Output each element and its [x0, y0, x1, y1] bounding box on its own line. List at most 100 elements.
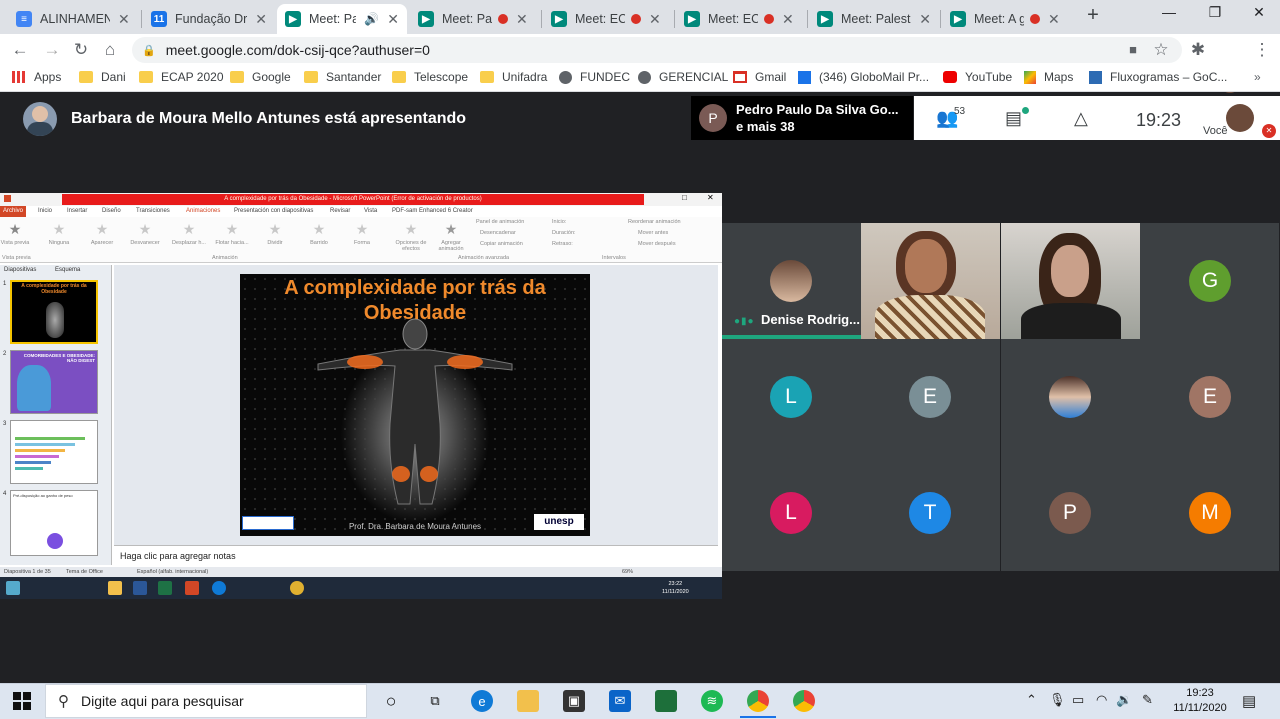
- close-icon[interactable]: ✕: [387, 11, 399, 28]
- participant-tile-p[interactable]: P: [1001, 455, 1140, 571]
- participant-tile-l1[interactable]: L: [722, 339, 861, 455]
- slide-thumb-1[interactable]: A complexidade por trás da Obesidade: [10, 280, 98, 344]
- ribbon-split[interactable]: ★ Dividir: [258, 221, 292, 246]
- wifi-icon[interactable]: ◠: [1096, 692, 1107, 708]
- bookmark-santander[interactable]: Santander: [304, 70, 381, 84]
- address-bar[interactable]: 🔒 meet.google.com/dok-csij-qce?authuser=…: [132, 37, 1182, 63]
- ribbon-none[interactable]: ★ Ninguna: [42, 221, 76, 246]
- ppt-close-icon[interactable]: ✕: [707, 193, 714, 202]
- close-icon[interactable]: ✕: [649, 11, 661, 28]
- task-view-icon[interactable]: ⧉: [424, 690, 446, 712]
- activities-icon[interactable]: △: [1074, 108, 1088, 129]
- slide-thumb-4[interactable]: Pré-disposição ao ganho de peso: [10, 490, 98, 556]
- ribbon-animation-pane[interactable]: Panel de animación: [476, 219, 524, 225]
- ppt-menu-archivo[interactable]: Archivo: [0, 206, 27, 217]
- slide-thumb-2[interactable]: COMORBIDADES E OBESIDADE: NÃO DIGEST: [10, 350, 98, 414]
- more-bookmarks-icon[interactable]: »: [1254, 70, 1261, 84]
- bookmark-telescope[interactable]: Telescope: [392, 70, 468, 84]
- camera-icon[interactable]: ■: [1123, 40, 1143, 60]
- extensions-icon[interactable]: ✱: [1188, 40, 1208, 60]
- bookmark-globomail[interactable]: (346) GloboMail Pr...: [798, 70, 929, 84]
- ribbon-preview[interactable]: ★ Vista previa: [0, 221, 32, 246]
- tab-meet-6[interactable]: ▶ Meet: A gr ✕: [942, 4, 1072, 34]
- taskbar-clock[interactable]: 19:23 11/11/2020: [1170, 686, 1230, 716]
- tab-slides[interactable]: Diapositivas: [4, 267, 36, 273]
- tray-chevron-icon[interactable]: ⌃: [1026, 692, 1037, 708]
- bookmark-fundec[interactable]: FUNDEC: [559, 70, 630, 84]
- ppt-menu-diseno[interactable]: Diseño: [102, 208, 121, 214]
- ribbon-move-later[interactable]: Mover después: [638, 241, 676, 247]
- notifications-icon[interactable]: ▤: [1242, 692, 1256, 710]
- ribbon-wipe[interactable]: ★ Barrido: [302, 221, 336, 246]
- tab-outline[interactable]: Esquema: [55, 267, 80, 273]
- participant-tile-e2[interactable]: E: [1140, 339, 1279, 455]
- participant-tile-g[interactable]: G: [1140, 223, 1279, 339]
- ribbon-move-earlier[interactable]: Mover antes: [638, 230, 668, 236]
- cortana-icon[interactable]: ○: [380, 690, 402, 712]
- ppt-menu-pdf[interactable]: PDF-sam Enhanced 6 Creator: [392, 208, 473, 214]
- tab-meet-5[interactable]: ▶ Meet: Palestra ✕: [809, 4, 939, 34]
- chrome-icon[interactable]: [747, 690, 769, 712]
- bookmark-gmail[interactable]: Gmail: [733, 70, 786, 84]
- ribbon-fade[interactable]: ★ Desvanecer: [128, 221, 162, 246]
- ribbon-effect-options[interactable]: ★ Opciones de efectos: [394, 221, 428, 252]
- ppt-menu-revisar[interactable]: Revisar: [330, 208, 350, 214]
- volume-icon[interactable]: 🔉: [1116, 692, 1132, 708]
- minimize-button[interactable]: —: [1156, 4, 1182, 20]
- tab-meet-active[interactable]: ▶ Meet: Palestra 🔊 ✕: [277, 4, 407, 34]
- participant-video-2[interactable]: [1001, 223, 1140, 339]
- chrome-profile-icon[interactable]: [793, 690, 815, 712]
- back-icon[interactable]: ←: [10, 40, 30, 60]
- network-icon[interactable]: ▭: [1072, 692, 1084, 708]
- new-tab-button[interactable]: +: [1083, 4, 1103, 27]
- menu-icon[interactable]: ⋮: [1252, 40, 1272, 60]
- close-icon[interactable]: ✕: [1048, 11, 1060, 28]
- close-icon[interactable]: ✕: [255, 11, 267, 28]
- spotify-icon[interactable]: ≋: [701, 690, 723, 712]
- ribbon-flyin[interactable]: ★ Desplazar h...: [172, 221, 206, 246]
- bookmark-apps[interactable]: Apps: [12, 70, 61, 84]
- chat-icon[interactable]: ▤: [1005, 108, 1022, 129]
- ribbon-float[interactable]: ★ Flotar hacia...: [215, 221, 249, 246]
- ppt-restore-icon[interactable]: □: [682, 193, 687, 202]
- tab-alinhamento[interactable]: ≡ ALINHAMENTO ✕: [8, 4, 138, 34]
- participant-video-1[interactable]: [861, 223, 1000, 339]
- microphone-icon[interactable]: 🎙: [1049, 692, 1066, 708]
- tab-meet-4[interactable]: ▶ Meet: ECAP ✕: [676, 4, 806, 34]
- ppt-menu-insertar[interactable]: Insertar: [67, 208, 87, 214]
- tab-meet-3[interactable]: ▶ Meet: ECAP ✕: [543, 4, 673, 34]
- file-explorer-icon[interactable]: [517, 690, 539, 712]
- reload-icon[interactable]: ↻: [71, 40, 91, 60]
- chat-notification[interactable]: P Pedro Paulo Da Silva Go... e mais 38: [691, 96, 913, 140]
- tab-meet-2[interactable]: ▶ Meet: Palestra ✕: [410, 4, 540, 34]
- mail-icon[interactable]: ✉: [609, 690, 631, 712]
- bookmark-gerencial[interactable]: GERENCIAL: [638, 70, 728, 84]
- tab-fundacao[interactable]: 11 Fundação Drac ✕: [143, 4, 275, 34]
- participant-tile-m[interactable]: M: [1140, 455, 1279, 571]
- pen-icon[interactable]: ✎: [1142, 692, 1153, 708]
- participant-tile-photo[interactable]: [1001, 339, 1140, 455]
- current-slide[interactable]: A complexidade por trás da Obesidade Pro…: [240, 274, 590, 536]
- ppt-menu-transiciones[interactable]: Transiciones: [136, 208, 170, 214]
- close-icon[interactable]: ✕: [118, 11, 130, 28]
- home-icon[interactable]: ⌂: [100, 40, 120, 60]
- ribbon-add-animation[interactable]: ★ Agregar animación: [434, 221, 468, 252]
- bookmark-dani[interactable]: Dani: [79, 70, 126, 84]
- windows-search-box[interactable]: ⚲ Digite aqui para pesquisar: [45, 684, 367, 718]
- participant-tile-e1[interactable]: E: [861, 339, 1000, 455]
- close-icon[interactable]: ✕: [919, 11, 931, 28]
- participant-tile-t[interactable]: T: [861, 455, 1000, 571]
- bookmark-youtube[interactable]: YouTube: [943, 70, 1012, 84]
- close-icon[interactable]: ✕: [516, 11, 528, 28]
- restore-button[interactable]: ❐: [1202, 4, 1228, 21]
- sticky-notes-icon[interactable]: [655, 690, 677, 712]
- bookmark-google[interactable]: Google: [230, 70, 291, 84]
- bookmark-star-icon[interactable]: ☆: [1151, 40, 1171, 60]
- ppt-menu-animaciones[interactable]: Animaciones: [186, 208, 220, 214]
- bookmark-ecap[interactable]: ECAP 2020: [139, 70, 224, 84]
- bookmark-unifadra[interactable]: Unifadra: [480, 70, 547, 84]
- ribbon-painter[interactable]: Copiar animación: [480, 241, 523, 247]
- slide-thumb-3[interactable]: [10, 420, 98, 484]
- bookmark-maps[interactable]: Maps: [1024, 70, 1073, 84]
- participant-tile-l2[interactable]: L: [722, 455, 861, 571]
